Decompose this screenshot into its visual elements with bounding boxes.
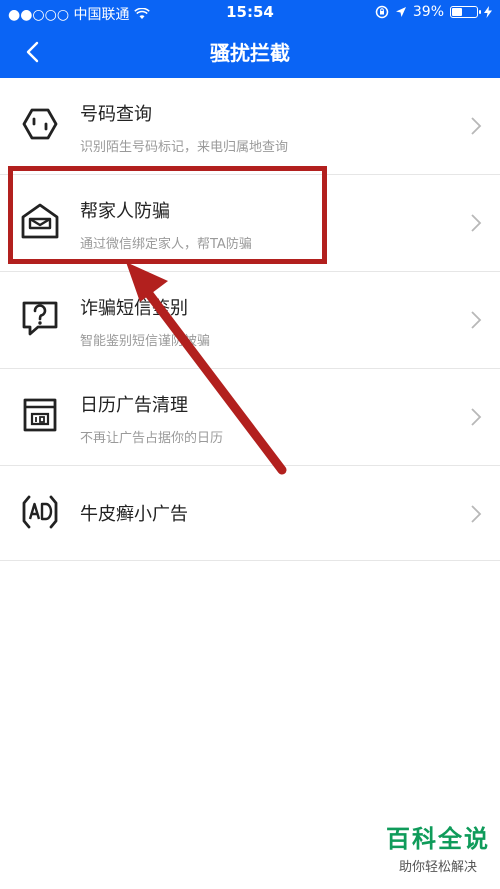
watermark-subtitle: 助你轻松解决	[398, 860, 477, 875]
item-text: 日历广告清理 不再让广告占据你的日历	[80, 391, 223, 446]
item-label: 日历广告清理	[80, 395, 188, 416]
chevron-right-icon	[471, 505, 482, 523]
status-right: 39%	[375, 4, 492, 20]
chevron-right-icon	[471, 311, 482, 329]
item-label: 诈骗短信鉴别	[80, 298, 188, 319]
search-number-icon	[22, 108, 58, 140]
charging-bolt-icon	[484, 6, 492, 18]
list-item-scam-sms-check[interactable]: 诈骗短信鉴别 智能鉴别短信谨防被骗	[0, 272, 500, 369]
ad-icon	[22, 495, 58, 529]
item-description: 识别陌生号码标记，来电归属地查询	[80, 140, 289, 155]
item-text: 号码查询 识别陌生号码标记，来电归属地查询	[80, 100, 288, 155]
location-arrow-icon	[395, 7, 406, 17]
battery-percent: 39%	[412, 4, 444, 20]
top-bar: ●●○○○ 中国联通 15:54 39% 骚扰拦截	[0, 0, 500, 78]
status-bar: ●●○○○ 中国联通 15:54 39%	[0, 0, 500, 26]
item-text: 诈骗短信鉴别 智能鉴别短信谨防被骗	[80, 294, 210, 349]
calendar-icon	[23, 398, 57, 432]
item-description: 不再让广告占据你的日历	[80, 431, 224, 446]
item-text: 牛皮癣小广告	[80, 500, 188, 526]
annotation-highlight-box	[8, 166, 327, 264]
watermark: 百科全说 助你轻松解决	[386, 819, 490, 875]
list-item-number-lookup[interactable]: 号码查询 识别陌生号码标记，来电归属地查询	[0, 78, 500, 175]
rotation-lock-icon	[375, 5, 389, 19]
chevron-right-icon	[471, 214, 482, 232]
item-label: 牛皮癣小广告	[80, 504, 188, 525]
watermark-title: 百科全说	[386, 825, 490, 853]
chevron-right-icon	[471, 117, 482, 135]
item-description: 智能鉴别短信谨防被骗	[80, 334, 211, 349]
question-message-icon	[22, 301, 58, 336]
battery-icon	[450, 6, 481, 18]
navigation-bar: 骚扰拦截	[0, 26, 500, 78]
feature-list: 号码查询 识别陌生号码标记，来电归属地查询 帮家人防骗 通过微信绑定家人，帮TA…	[0, 78, 500, 561]
chevron-right-icon	[471, 408, 482, 426]
list-item-small-ads[interactable]: 牛皮癣小广告	[0, 466, 500, 561]
list-item-calendar-ad-cleanup[interactable]: 日历广告清理 不再让广告占据你的日历	[0, 369, 500, 466]
item-label: 号码查询	[80, 104, 152, 125]
page-title: 骚扰拦截	[210, 41, 290, 65]
